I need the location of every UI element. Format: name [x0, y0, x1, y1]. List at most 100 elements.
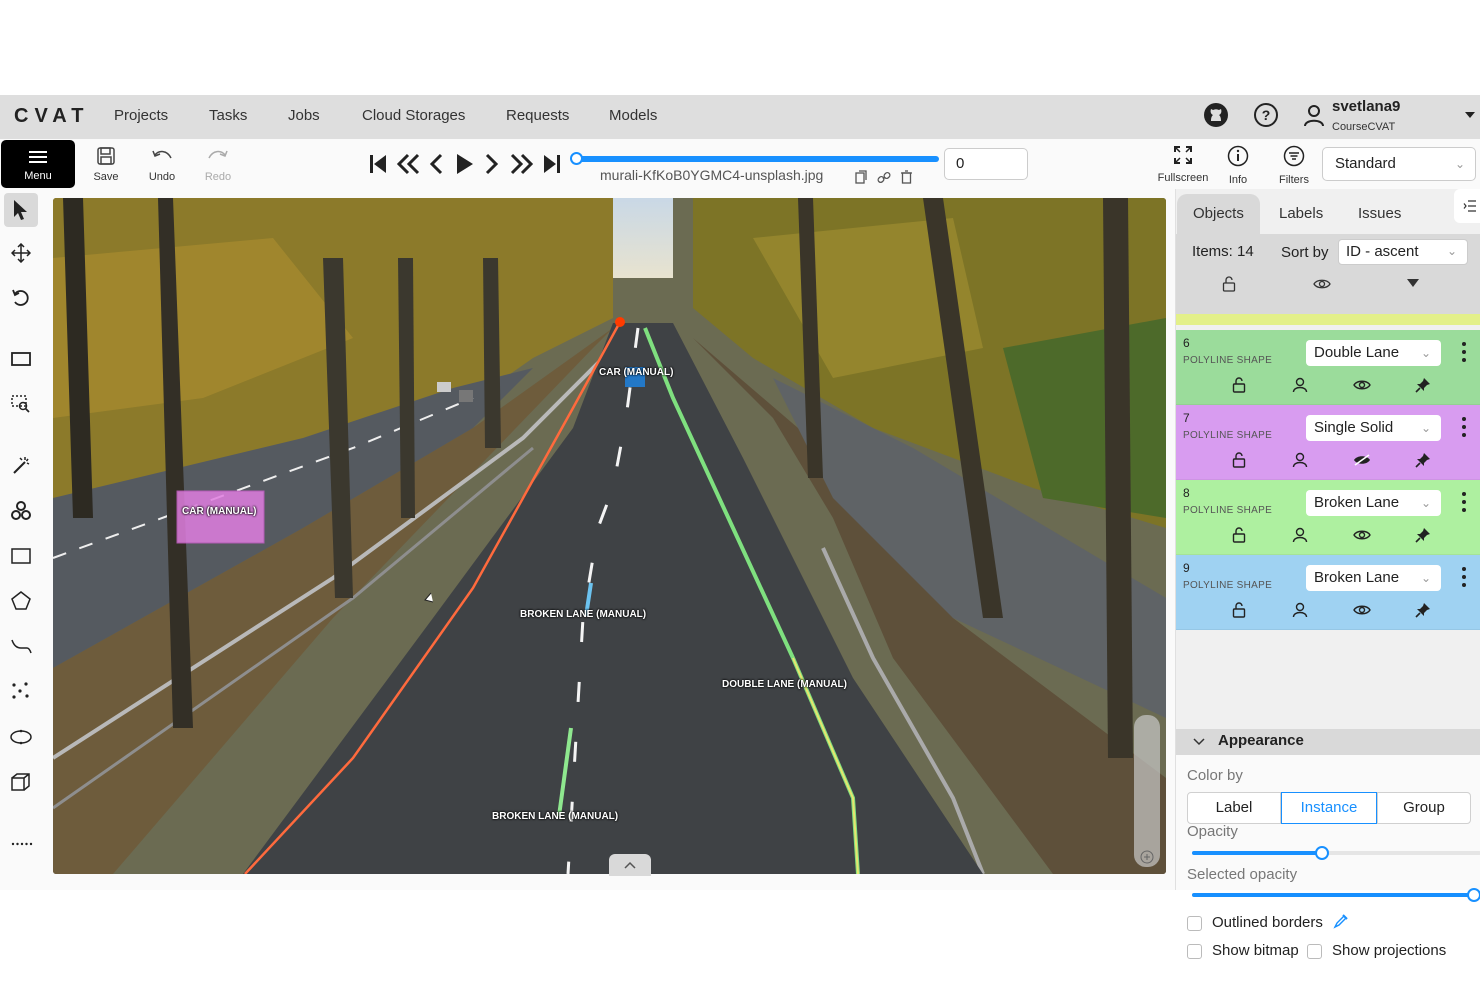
- opacity-slider-handle[interactable]: [1315, 846, 1329, 860]
- show-projections-checkbox[interactable]: [1307, 944, 1322, 959]
- draw-rectangle-tool[interactable]: [4, 539, 38, 573]
- occluded-user-icon[interactable]: [1292, 377, 1308, 393]
- object-card[interactable]: 7 POLYLINE SHAPE Single Solid ⌄: [1176, 405, 1480, 480]
- tab-issues[interactable]: Issues: [1342, 194, 1417, 234]
- link-icon[interactable]: [877, 171, 891, 185]
- fit-image-tool[interactable]: [4, 342, 38, 376]
- frame-slider-handle[interactable]: [570, 152, 583, 165]
- redo-button[interactable]: Redo: [193, 143, 243, 187]
- draw-cuboid-tool[interactable]: [4, 765, 38, 799]
- object-label-select[interactable]: Broken Lane ⌄: [1306, 490, 1441, 516]
- tab-objects[interactable]: Objects: [1177, 194, 1260, 234]
- move-tool[interactable]: [4, 236, 38, 270]
- cursor-tool[interactable]: [4, 193, 38, 227]
- more-vertical-icon[interactable]: [1460, 340, 1468, 364]
- menu-button[interactable]: Menu: [1, 140, 75, 188]
- zoom-slider[interactable]: [1134, 715, 1160, 867]
- more-vertical-icon[interactable]: [1460, 415, 1468, 439]
- eye-icon[interactable]: [1353, 379, 1371, 391]
- more-tools[interactable]: [4, 827, 38, 861]
- play-icon[interactable]: [454, 153, 474, 175]
- show-bitmap-checkbox[interactable]: [1187, 944, 1202, 959]
- object-label-select[interactable]: Broken Lane ⌄: [1306, 565, 1441, 591]
- undo-button[interactable]: Undo: [137, 143, 187, 187]
- selected-opacity-slider-handle[interactable]: [1467, 888, 1480, 902]
- chevron-down-icon: ⌄: [1420, 571, 1431, 585]
- annotation-canvas[interactable]: CAR (MANUAL) CAR (MANUAL) BROKEN LANE (M…: [53, 198, 1166, 874]
- color-by-label-option[interactable]: Label: [1187, 792, 1281, 824]
- object-card[interactable]: 9 POLYLINE SHAPE Broken Lane ⌄: [1176, 555, 1480, 630]
- object-label-select[interactable]: Double Lane ⌄: [1306, 340, 1441, 366]
- object-label-select[interactable]: Single Solid ⌄: [1306, 415, 1441, 441]
- nav-requests[interactable]: Requests: [506, 107, 569, 124]
- eye-icon[interactable]: [1353, 529, 1371, 541]
- pin-icon[interactable]: [1415, 377, 1431, 393]
- draw-points-tool[interactable]: [4, 674, 38, 708]
- sidebar-collapse-button[interactable]: [1454, 189, 1480, 223]
- frame-slider-track[interactable]: [577, 156, 939, 162]
- object-card[interactable]: 6 POLYLINE SHAPE Double Lane ⌄: [1176, 330, 1480, 405]
- zoom-region-tool[interactable]: [4, 387, 38, 421]
- object-card[interactable]: 8 POLYLINE SHAPE Broken Lane ⌄: [1176, 480, 1480, 555]
- eye-all-icon[interactable]: [1313, 278, 1331, 290]
- cvat-logo[interactable]: CVAT: [14, 105, 89, 128]
- fullscreen-button[interactable]: Fullscreen: [1156, 145, 1210, 184]
- lock-icon[interactable]: [1231, 527, 1247, 543]
- filters-button[interactable]: Filters: [1276, 145, 1312, 186]
- eye-icon[interactable]: [1353, 604, 1371, 616]
- next-frame-icon[interactable]: [484, 153, 500, 175]
- collapse-panel-toggle[interactable]: [609, 854, 651, 876]
- pin-icon[interactable]: [1415, 602, 1431, 618]
- color-by-instance-option[interactable]: Instance: [1281, 792, 1377, 824]
- tab-labels[interactable]: Labels: [1263, 194, 1339, 234]
- workspace-select[interactable]: Standard ⌄: [1322, 147, 1476, 181]
- zoom-in-icon[interactable]: [1140, 850, 1154, 864]
- nav-projects[interactable]: Projects: [114, 107, 168, 124]
- expand-all-icon[interactable]: [1407, 279, 1419, 287]
- color-by-group-option[interactable]: Group: [1377, 792, 1471, 824]
- caret-down-icon[interactable]: [1465, 111, 1475, 119]
- sort-select[interactable]: ID - ascent ⌄: [1338, 239, 1468, 265]
- rotate-tool[interactable]: [4, 281, 38, 315]
- appearance-header[interactable]: Appearance: [1176, 729, 1480, 755]
- copy-icon[interactable]: [855, 170, 867, 184]
- user-name[interactable]: svetlana9: [1332, 98, 1400, 115]
- occluded-user-icon[interactable]: [1292, 527, 1308, 543]
- previous-frame-icon[interactable]: [428, 153, 444, 175]
- magic-wand-tool[interactable]: [4, 448, 38, 482]
- draw-polygon-tool[interactable]: [4, 584, 38, 618]
- github-icon[interactable]: [1203, 102, 1229, 128]
- draw-ellipse-tool[interactable]: [4, 720, 38, 754]
- info-button[interactable]: Info: [1222, 145, 1254, 186]
- outlined-borders-checkbox[interactable]: [1187, 916, 1202, 931]
- nav-cloud-storages[interactable]: Cloud Storages: [362, 107, 465, 124]
- first-frame-icon[interactable]: [368, 153, 388, 175]
- ai-tools[interactable]: [4, 494, 38, 528]
- more-vertical-icon[interactable]: [1460, 565, 1468, 589]
- nav-models[interactable]: Models: [609, 107, 657, 124]
- save-button[interactable]: Save: [81, 143, 131, 187]
- fast-forward-icon[interactable]: [510, 153, 534, 175]
- help-icon[interactable]: ?: [1253, 102, 1279, 128]
- pin-icon[interactable]: [1415, 527, 1431, 543]
- nav-tasks[interactable]: Tasks: [209, 107, 247, 124]
- frame-number-input[interactable]: 0: [944, 148, 1028, 180]
- user-icon[interactable]: [1303, 104, 1325, 128]
- occluded-user-icon[interactable]: [1292, 602, 1308, 618]
- delete-frame-icon[interactable]: [900, 170, 913, 184]
- last-frame-icon[interactable]: [542, 153, 562, 175]
- lock-icon[interactable]: [1231, 452, 1247, 468]
- occluded-user-icon[interactable]: [1292, 452, 1308, 468]
- color-picker-icon[interactable]: [1333, 913, 1349, 929]
- draw-polyline-tool[interactable]: [4, 629, 38, 663]
- lock-icon[interactable]: [1231, 602, 1247, 618]
- nav-jobs[interactable]: Jobs: [288, 107, 320, 124]
- lock-icon[interactable]: [1231, 377, 1247, 393]
- eye-invisible-icon[interactable]: [1353, 454, 1371, 466]
- lock-all-icon[interactable]: [1222, 276, 1236, 292]
- more-vertical-icon[interactable]: [1460, 490, 1468, 514]
- cursor-icon: [14, 200, 27, 220]
- fast-backward-icon[interactable]: [396, 153, 420, 175]
- pin-icon[interactable]: [1415, 452, 1431, 468]
- hamburger-icon: [29, 151, 47, 163]
